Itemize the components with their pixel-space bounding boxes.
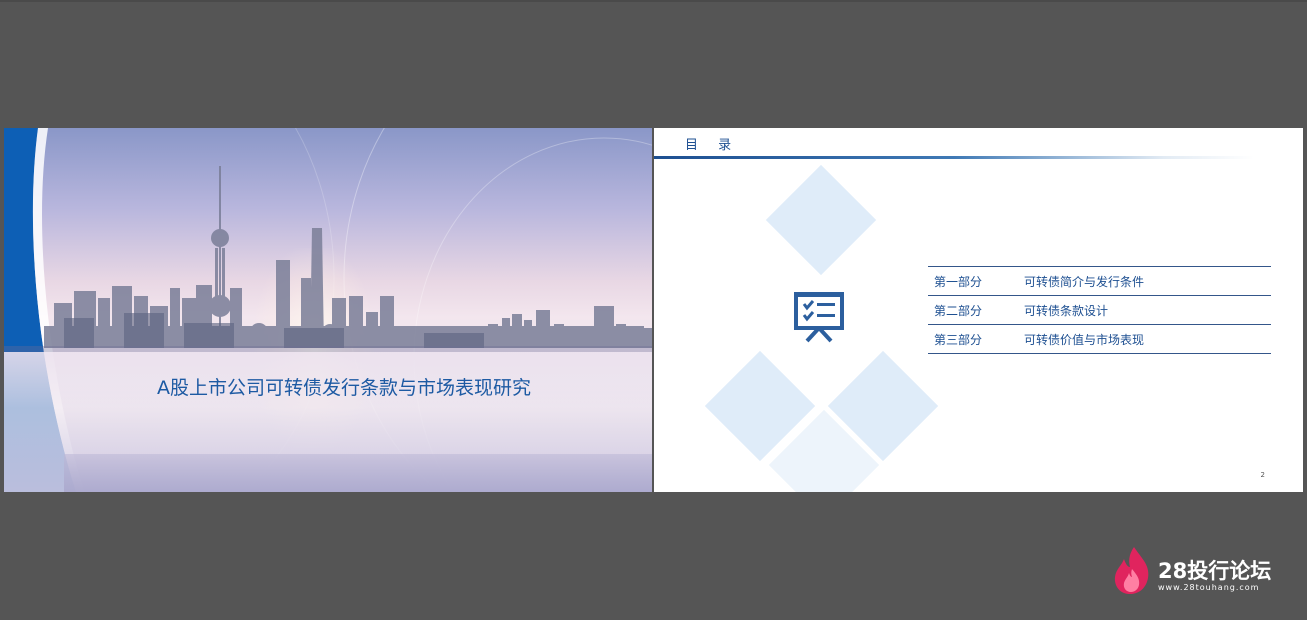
contents-part-title: 可转债条款设计 — [1024, 303, 1109, 318]
page-number: 2 — [1260, 471, 1265, 479]
contents-part-label: 第一部分 — [934, 274, 983, 289]
contents-part-label: 第三部分 — [934, 332, 983, 347]
city-skyline-image — [44, 166, 652, 348]
contents-part-title: 可转债简介与发行条件 — [1024, 274, 1145, 289]
contents-item[interactable]: 第二部分 可转债条款设计 — [928, 296, 1271, 325]
contents-item[interactable]: 第一部分 可转债简介与发行条件 — [928, 267, 1271, 296]
site-watermark: 28投行论坛 www.28touhang.com — [1112, 545, 1282, 595]
contents-item[interactable]: 第三部分 可转债价值与市场表现 — [928, 325, 1271, 354]
flame-logo-icon — [1114, 547, 1149, 594]
watermark-url: www.28touhang.com — [1158, 583, 1260, 592]
document-viewer: A股上市公司可转债发行条款与市场表现研究 目 录 第一部分 可转债简介与发行条件… — [0, 0, 1307, 620]
top-border — [0, 0, 1307, 2]
contents-part-title: 可转债价值与市场表现 — [1024, 332, 1145, 347]
shoreline — [4, 346, 652, 352]
slide-1-cover[interactable]: A股上市公司可转债发行条款与市场表现研究 — [4, 128, 652, 492]
watermark-brand: 28投行论坛 — [1158, 559, 1272, 583]
contents-part-label: 第二部分 — [934, 303, 983, 318]
heading-underline — [654, 156, 1254, 159]
presentation-board-icon — [794, 292, 844, 343]
cover-title: A股上市公司可转债发行条款与市场表现研究 — [157, 377, 531, 399]
contents-heading: 目 录 — [685, 138, 740, 153]
contents-list: 第一部分 可转债简介与发行条件 第二部分 可转债条款设计 第三部分 可转债价值与… — [928, 266, 1271, 354]
slide-2-contents[interactable]: 目 录 第一部分 可转债简介与发行条件 第二部分 可转债条款设计 第三部分 可转… — [654, 128, 1303, 492]
diamond-decoration — [765, 164, 877, 276]
